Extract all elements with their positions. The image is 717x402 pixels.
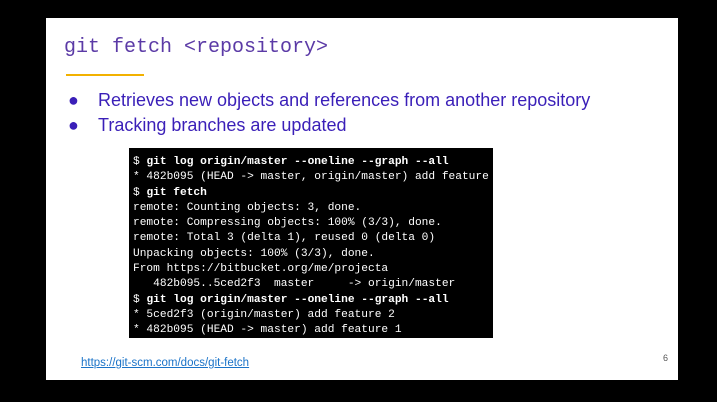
bullet-text: Retrieves new objects and references fro… xyxy=(98,90,591,110)
terminal-line: remote: Compressing objects: 100% (3/3),… xyxy=(133,217,442,230)
slide-title: git fetch <repository> xyxy=(64,36,329,59)
title-underline xyxy=(66,74,144,76)
bullet-list: ● Retrieves new objects and references f… xyxy=(68,88,590,138)
terminal-line: $ git fetch xyxy=(133,186,493,201)
terminal-command: git fetch xyxy=(146,186,207,199)
terminal-prompt: $ xyxy=(133,156,147,168)
git-fetch-docs-link[interactable]: https://git-scm.com/docs/git-fetch xyxy=(81,357,249,369)
bullet-dot-icon: ● xyxy=(68,115,79,135)
terminal-line: * 5ced2f3 (origin/master) add feature 2 xyxy=(133,308,395,321)
terminal-prompt: $ xyxy=(133,186,147,199)
terminal-line: $ git log origin/master --oneline --grap… xyxy=(133,293,493,308)
terminal-line: Unpacking objects: 100% (3/3), done. xyxy=(133,247,375,260)
terminal-line: $ git log origin/master --oneline --grap… xyxy=(133,155,493,170)
terminal-line: * 482b095 (HEAD -> master) add feature 1 xyxy=(133,324,402,337)
slide: git fetch <repository> ● Retrieves new o… xyxy=(46,18,678,380)
bullet-item: ● Retrieves new objects and references f… xyxy=(68,88,590,113)
bullet-text: Tracking branches are updated xyxy=(98,115,347,135)
terminal-output: $ git log origin/master --oneline --grap… xyxy=(129,148,503,338)
terminal-prompt: $ xyxy=(133,293,147,306)
terminal-line: * 482b095 (HEAD -> master, origin/master… xyxy=(133,171,503,184)
terminal-command: git log origin/master --oneline --graph … xyxy=(146,156,449,168)
terminal-command: git log origin/master --oneline --graph … xyxy=(146,293,449,306)
terminal-line: remote: Counting objects: 3, done. xyxy=(133,201,362,214)
terminal-line: 482b095..5ced2f3 master -> origin/master xyxy=(133,278,456,291)
terminal-line: From https://bitbucket.org/me/projecta xyxy=(133,263,389,276)
page-number: 6 xyxy=(662,353,668,363)
terminal-line: remote: Total 3 (delta 1), reused 0 (del… xyxy=(133,232,436,245)
bullet-dot-icon: ● xyxy=(68,90,79,110)
bullet-item: ● Tracking branches are updated xyxy=(68,113,590,138)
